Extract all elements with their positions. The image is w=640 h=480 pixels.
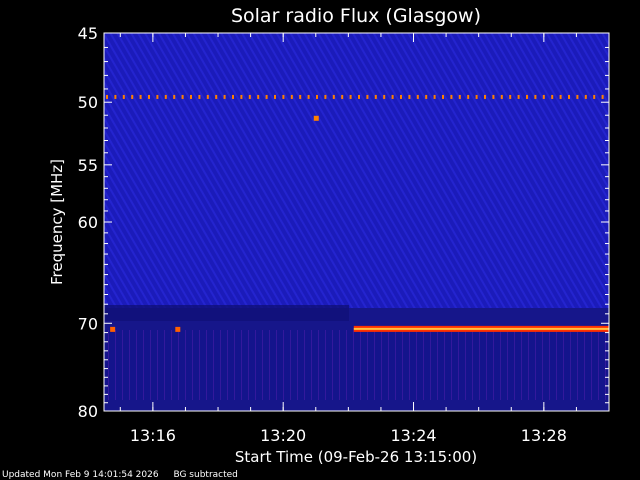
interference-dot [526, 94, 528, 99]
interference-dot [274, 94, 276, 99]
x-axis-label: Start Time (09-Feb-26 13:15:00) [235, 448, 477, 466]
interference-dot [492, 94, 495, 99]
interference-dot [534, 94, 537, 99]
interference-dot [349, 94, 352, 99]
y-tick-label: 80 [78, 402, 98, 421]
interference-dot [517, 94, 520, 99]
interference-dot [257, 94, 260, 99]
dark-band-70mhz [104, 305, 349, 321]
interference-dot [542, 94, 545, 99]
interference-dot [383, 94, 386, 99]
interference-dot [358, 94, 360, 99]
interference-dot [106, 94, 108, 99]
interference-dot [442, 94, 444, 99]
interference-dot [282, 94, 285, 99]
y-tick-label: 60 [78, 213, 98, 232]
x-tick-label: 13:28 [521, 426, 567, 445]
signal-blip [110, 326, 116, 332]
interference-dot [601, 94, 604, 99]
interference-dot [584, 94, 587, 99]
interference-dot [551, 94, 554, 99]
y-tick-label: 70 [78, 314, 98, 333]
interference-dot [316, 94, 318, 99]
interference-dot [223, 94, 226, 99]
spectrogram-chart: 45 50 55 60 70 80 13:16 13:20 13:24 13:28 Solar r… [48, 5, 610, 466]
interference-dot [290, 94, 293, 99]
interference-dot [139, 94, 142, 99]
x-tick-label: 13:20 [260, 426, 306, 445]
signal-blip [175, 326, 181, 332]
interference-dot [332, 94, 335, 99]
interference-dot [190, 94, 192, 99]
interference-dot [391, 94, 394, 99]
interference-dot [450, 94, 453, 99]
signal-band-core [353, 327, 609, 330]
x-tick-label: 13:16 [130, 426, 176, 445]
y-axis-label: Frequency [MHz] [48, 159, 66, 285]
interference-dot [425, 94, 428, 99]
interference-dot [198, 94, 201, 99]
y-tick-label: 50 [78, 93, 98, 112]
interference-dot [206, 94, 209, 99]
interference-dot [148, 94, 150, 99]
interference-dot [576, 94, 579, 99]
interference-dot [248, 94, 251, 99]
interference-dot [416, 94, 419, 99]
interference-dot [114, 94, 117, 99]
interference-dot [156, 94, 159, 99]
interference-dot [173, 94, 176, 99]
interference-dot [299, 94, 302, 99]
y-tick-label: 55 [78, 156, 98, 175]
interference-dot [122, 94, 125, 99]
plot-area [104, 33, 609, 411]
footer: Updated Mon Feb 9 14:01:54 2026 BG subtr… [2, 470, 250, 480]
interference-dot [475, 94, 478, 99]
interference-dot [131, 94, 134, 99]
interference-dot [265, 94, 268, 99]
interference-dot [181, 94, 184, 99]
interference-dot [467, 94, 470, 99]
interference-dot [593, 94, 596, 99]
interference-dot [458, 94, 461, 99]
interference-dot [307, 94, 310, 99]
bg-subtracted-note: BG subtracted [173, 470, 238, 480]
interference-dot [215, 94, 218, 99]
noise-texture [104, 33, 609, 333]
interference-dot [374, 94, 377, 99]
interference-dot [509, 94, 512, 99]
chart-title: Solar radio Flux (Glasgow) [231, 5, 481, 27]
interference-dot [484, 94, 486, 99]
signal-blip [313, 115, 319, 121]
x-tick-label: 13:24 [390, 426, 436, 445]
interference-dot [240, 94, 243, 99]
interference-dot [433, 94, 436, 99]
interference-dot [568, 94, 570, 99]
interference-dot [366, 94, 369, 99]
interference-dot [408, 94, 411, 99]
interference-dot [232, 94, 234, 99]
interference-dot [400, 94, 402, 99]
updated-timestamp: Updated Mon Feb 9 14:01:54 2026 [2, 470, 159, 480]
interference-dot [559, 94, 562, 99]
interference-dot [324, 94, 327, 99]
y-tick-label: 45 [78, 24, 98, 43]
lower-band-striations [104, 330, 609, 400]
interference-dot [164, 94, 167, 99]
interference-dot [500, 94, 503, 99]
interference-dot [341, 94, 344, 99]
